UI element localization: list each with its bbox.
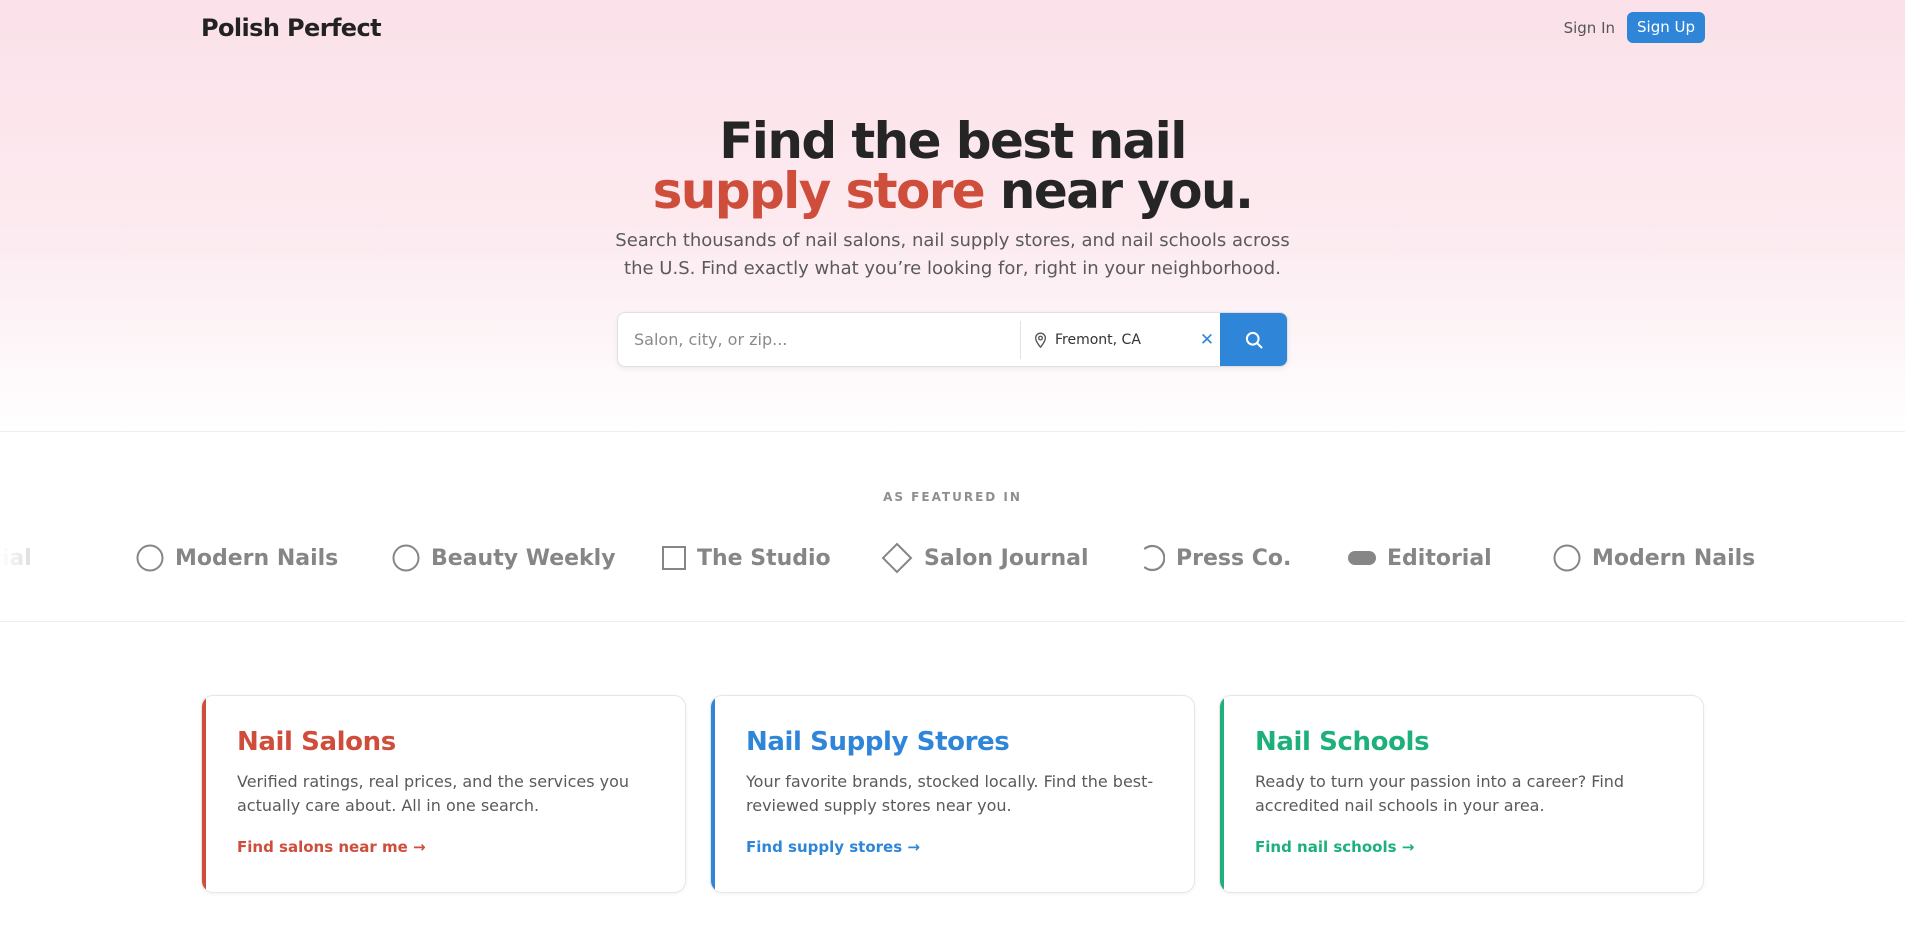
- featured-logo: The Studio: [662, 530, 831, 586]
- card-title: Nail Supply Stores: [746, 727, 1010, 757]
- search-divider: [1020, 321, 1021, 359]
- circle-icon: [392, 544, 420, 572]
- pill-icon: [1348, 551, 1376, 565]
- card-nail-supply-stores[interactable]: Nail Supply Stores Your favorite brands,…: [710, 695, 1195, 893]
- featured-logo-name: Modern Nails: [1592, 545, 1756, 571]
- featured-logo-name: Salon Journal: [924, 545, 1089, 571]
- find-supply-stores-link[interactable]: Find supply stores →: [746, 838, 920, 856]
- circle-icon: [1553, 544, 1581, 572]
- featured-logo: Press Co.: [1137, 530, 1291, 586]
- card-title: Nail Schools: [1255, 727, 1430, 757]
- featured-logo-name: Modern Nails: [175, 545, 339, 571]
- featured-logos: Editorial Modern Nails Beauty Weekly The…: [0, 530, 1905, 586]
- location-pin-icon: [1034, 332, 1047, 348]
- headline-accent: supply store: [652, 162, 986, 220]
- featured-logo: Editorial: [0, 530, 32, 586]
- search-input[interactable]: [618, 313, 1020, 366]
- card-description: Your favorite brands, stocked locally. F…: [746, 772, 1154, 815]
- find-salons-link[interactable]: Find salons near me →: [237, 838, 426, 856]
- brand-logo[interactable]: Polish Perfect: [201, 14, 382, 42]
- featured-label: AS FEATURED IN: [883, 490, 1022, 504]
- featured-logo-name: Beauty Weekly: [431, 545, 616, 571]
- card-description: Verified ratings, real prices, and the s…: [237, 772, 630, 815]
- featured-logo-name: Press Co.: [1176, 545, 1292, 571]
- card-accent-bar: [1220, 696, 1224, 892]
- clear-location-icon[interactable]: ✕: [1195, 325, 1219, 355]
- featured-logo-name: Editorial: [0, 545, 32, 571]
- find-nail-schools-link[interactable]: Find nail schools →: [1255, 838, 1414, 856]
- featured-logo: Modern Nails: [1553, 530, 1755, 586]
- featured-logo: Beauty Weekly: [392, 530, 616, 586]
- featured-logo: Editorial: [1348, 530, 1492, 586]
- featured-logo-name: Editorial: [1387, 545, 1492, 571]
- headline-rest: near you.: [984, 162, 1254, 220]
- search-icon: [1245, 331, 1262, 348]
- square-icon: [662, 546, 686, 570]
- featured-logo-name: The Studio: [697, 545, 831, 571]
- card-accent-bar: [202, 696, 206, 892]
- card-title: Nail Salons: [237, 727, 396, 757]
- top-nav: Sign In Sign Up: [1564, 12, 1705, 43]
- diamond-icon: [881, 542, 913, 574]
- featured-logo: Salon Journal: [881, 530, 1089, 586]
- hero-headline: Find the best nail supply store near you…: [0, 116, 1905, 216]
- page: Polish Perfect Sign In Sign Up Find the …: [0, 0, 1905, 945]
- featured-logo: Modern Nails: [136, 530, 338, 586]
- location-input[interactable]: [1055, 313, 1205, 366]
- hero-section: Polish Perfect Sign In Sign Up Find the …: [0, 0, 1905, 432]
- card-nail-salons[interactable]: Nail Salons Verified ratings, real price…: [201, 695, 686, 893]
- sign-in-link[interactable]: Sign In: [1564, 19, 1615, 37]
- search-button[interactable]: [1220, 313, 1287, 366]
- sign-up-button[interactable]: Sign Up: [1627, 12, 1705, 43]
- search-bar: ✕: [617, 312, 1288, 367]
- card-description: Ready to turn your passion into a career…: [1255, 772, 1625, 815]
- card-nail-schools[interactable]: Nail Schools Ready to turn your passion …: [1219, 695, 1704, 893]
- hero-subtitle: Search thousands of nail salons, nail su…: [615, 230, 1290, 279]
- arc-icon: [1143, 544, 1165, 572]
- circle-icon: [136, 544, 164, 572]
- card-accent-bar: [711, 696, 715, 892]
- featured-section: AS FEATURED IN Editorial Modern Nails Be…: [0, 432, 1905, 622]
